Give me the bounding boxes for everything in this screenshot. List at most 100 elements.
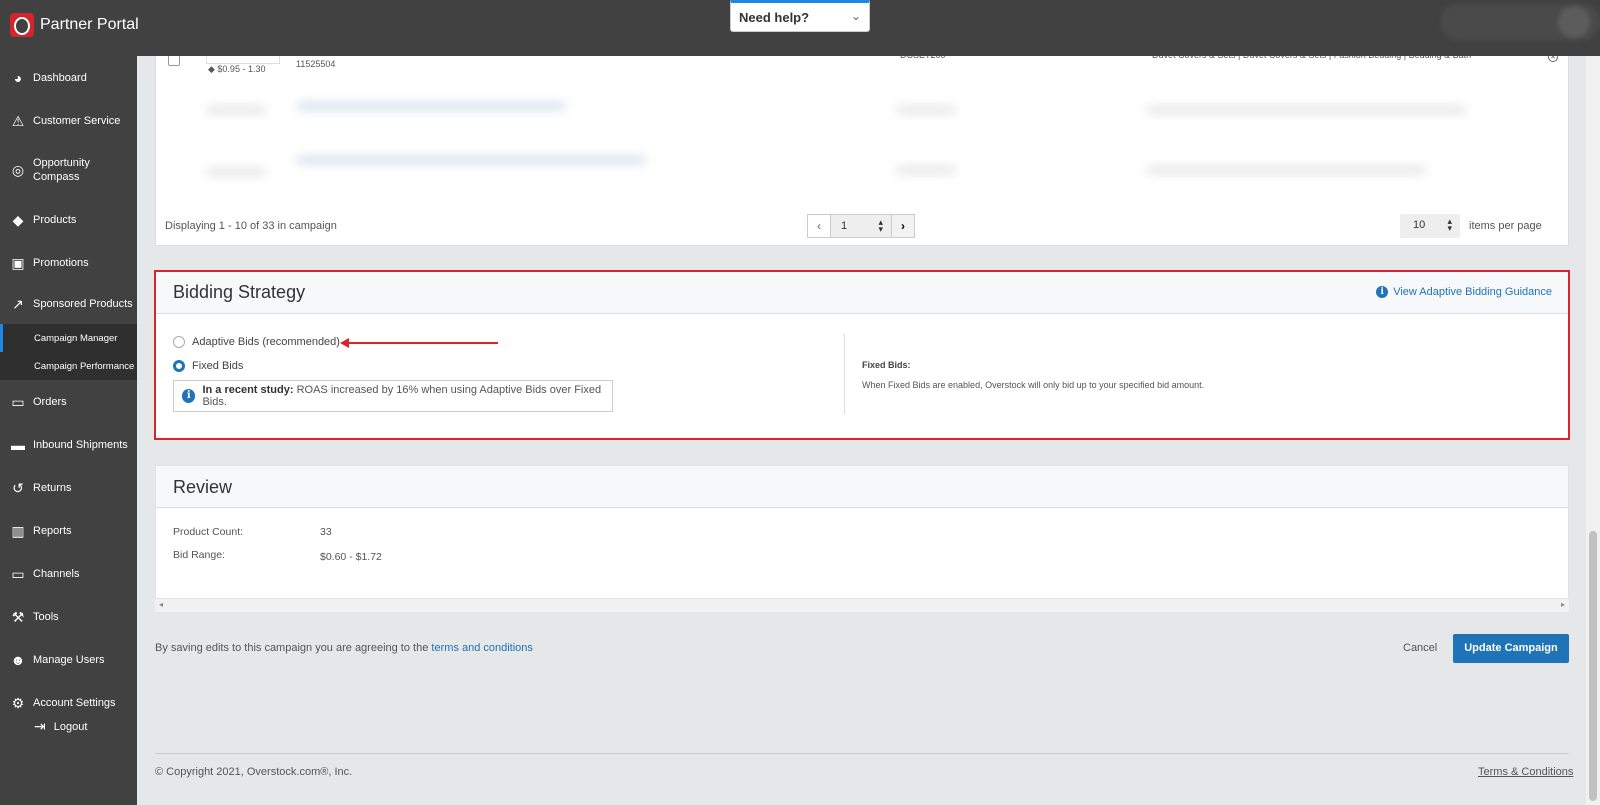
copyright: © Copyright 2021, Overstock.com®, Inc. <box>155 766 353 778</box>
app-title: Partner Portal <box>40 16 139 33</box>
return-icon: ↺ <box>12 479 24 496</box>
money-icon: ▣ <box>11 254 25 271</box>
compass-icon: ◎ <box>11 162 25 178</box>
row-sku: 11525504 <box>296 59 336 69</box>
update-campaign-button[interactable]: Update Campaign <box>1453 634 1569 663</box>
product-thumbnail <box>206 56 280 64</box>
sidebar-item-reports[interactable]: ▥ Reports <box>0 509 137 552</box>
adaptive-bidding-guidance-link[interactable]: i View Adaptive Bidding Guidance <box>1376 286 1552 298</box>
footer-terms-link[interactable]: Terms & Conditions <box>1478 766 1573 778</box>
sidebar-item-products[interactable]: ◆ Products <box>0 198 137 241</box>
sidebar-item-inbound-shipments[interactable]: ▬ Inbound Shipments <box>0 423 137 466</box>
bidding-strategy-header: Bidding Strategy i View Adaptive Bidding… <box>156 272 1568 314</box>
sidebar-item-promotions[interactable]: ▣ Promotions <box>0 241 137 284</box>
agree-text: By saving edits to this campaign you are… <box>155 642 429 654</box>
main-content: ◆ $0.95 - 1.30 11525504 DCSET200 Duvet C… <box>137 50 1586 805</box>
sidebar-item-label: Customer Service <box>33 114 121 127</box>
fixed-bids-option[interactable]: Fixed Bids <box>173 360 243 372</box>
bid-range-value: $0.60 - $1.72 <box>320 551 382 563</box>
tag-icon: ◆ <box>208 64 218 74</box>
chevron-down-icon: ⌄ <box>850 9 861 23</box>
need-help-label: Need help? <box>739 10 810 25</box>
adaptive-bids-label: Adaptive Bids (recommended) <box>192 336 340 348</box>
sidebar-item-label: Sponsored Products <box>33 298 133 310</box>
user-menu[interactable] <box>1440 4 1600 40</box>
logout-label: Logout <box>53 720 88 733</box>
terms-agreement: By saving edits to this campaign you are… <box>155 642 533 654</box>
sidebar-item-manage-users[interactable]: ☻ Manage Users <box>0 638 137 681</box>
logo[interactable]: Partner Portal <box>10 13 139 37</box>
fixed-bids-title: Fixed Bids: <box>862 360 911 370</box>
sidebar-item-returns[interactable]: ↺ Returns <box>0 466 137 509</box>
users-icon: ☻ <box>10 651 26 668</box>
vertical-scrollbar[interactable] <box>1586 56 1600 805</box>
info-icon: i <box>182 389 196 403</box>
product-table: ◆ $0.95 - 1.30 11525504 DCSET200 Duvet C… <box>155 50 1569 246</box>
terms-and-conditions-link[interactable]: terms and conditions <box>431 642 533 654</box>
sidebar-item-label: Tools <box>33 610 59 623</box>
logo-icon <box>10 13 34 37</box>
sidebar-item-orders[interactable]: ▭ Orders <box>0 380 137 423</box>
product-count-value: 33 <box>320 526 332 538</box>
sidebar-subitem-campaign-performance[interactable]: Campaign Performance <box>0 352 137 380</box>
sidebar-item-label: Products <box>33 213 77 226</box>
study-callout: i In a recent study: ROAS increased by 1… <box>173 380 613 412</box>
pager: ‹ 1 ▴ ▾ › <box>807 214 915 238</box>
sidebar-item-label: Account Settings <box>33 696 116 709</box>
bid-range-row: Bid Range: $0.60 - $1.72 <box>173 549 382 563</box>
sidebar: ◕ Dashboard ⚠ Customer Service ◎ Opportunit… <box>0 56 137 805</box>
bidding-strategy-panel: Bidding Strategy i View Adaptive Bidding… <box>154 270 1570 440</box>
sidebar-item-channels[interactable]: ▭ Channels <box>0 552 137 595</box>
sidebar-item-opportunity-compass[interactable]: ◎ Opportunity Compass <box>0 142 137 198</box>
row-price-value: $0.95 - 1.30 <box>217 64 266 74</box>
bid-range-label: Bid Range: <box>173 549 225 561</box>
chart-line-icon: ↗ <box>12 296 24 312</box>
study-bold: In a recent study: <box>202 384 294 396</box>
sidebar-item-label: Promotions <box>33 256 89 269</box>
sidebar-item-label: Inbound Shipments <box>33 438 128 451</box>
sidebar-item-customer-service[interactable]: ⚠ Customer Service <box>0 99 137 142</box>
truck-icon: ▬ <box>11 436 25 453</box>
sidebar-item-dashboard[interactable]: ◕ Dashboard <box>0 56 137 99</box>
items-per-page-label: items per page <box>1469 220 1542 232</box>
logout-icon: ⇥ <box>34 718 46 734</box>
page-number: 1 <box>841 220 848 232</box>
sidebar-item-label: Returns <box>33 481 72 494</box>
sidebar-item-tools[interactable]: ⚒ Tools <box>0 595 137 638</box>
sidebar-item-label: Channels <box>33 567 80 580</box>
warning-icon: ⚠ <box>11 112 25 129</box>
sidebar-item-label: Orders <box>33 395 67 408</box>
next-page-button[interactable]: › <box>891 214 915 238</box>
logout-button[interactable]: ⇥ Logout <box>34 718 87 735</box>
scroll-right-icon[interactable]: ▸ <box>1561 600 1565 609</box>
tag-icon: ◆ <box>12 211 24 228</box>
sidebar-item-sponsored-products[interactable]: ↗ Sponsored Products <box>0 284 137 324</box>
horizontal-scrollbar[interactable]: ◂ ▸ <box>155 599 1569 612</box>
page-number-input[interactable]: 1 ▴ ▾ <box>831 214 891 238</box>
review-panel: Review Product Count: 33 Bid Range: $0.6… <box>155 465 1569 599</box>
dashboard-icon: ◕ <box>13 69 23 86</box>
wrench-icon: ⚒ <box>11 608 25 625</box>
adaptive-bids-option[interactable]: Adaptive Bids (recommended) <box>173 336 340 348</box>
fixed-bids-radio[interactable] <box>173 360 185 372</box>
row-price: ◆ $0.95 - 1.30 <box>208 64 265 75</box>
scroll-left-icon[interactable]: ◂ <box>159 600 163 609</box>
prev-page-button[interactable]: ‹ <box>807 214 831 238</box>
footer-divider <box>155 753 1569 754</box>
cancel-button[interactable]: Cancel <box>1403 642 1437 654</box>
fixed-bids-description: When Fixed Bids are enabled, Overstock w… <box>862 380 1205 390</box>
fixed-bids-label: Fixed Bids <box>192 360 244 372</box>
adaptive-bids-radio[interactable] <box>173 336 185 348</box>
gear-icon: ⚙ <box>11 694 25 711</box>
need-help-dropdown[interactable]: Need help? ⌄ <box>730 0 870 32</box>
items-per-page-select[interactable]: 10 ▴ ▾ <box>1400 214 1460 238</box>
monitor-icon: ▭ <box>11 565 25 582</box>
inbox-icon: ▭ <box>11 393 25 410</box>
sidebar-item-label: Manage Users <box>33 653 105 666</box>
pagination-summary: Displaying 1 - 10 of 33 in campaign <box>165 220 337 232</box>
info-icon: i <box>1376 286 1389 298</box>
review-title: Review <box>156 466 1568 508</box>
sidebar-item-label: Opportunity Compass <box>33 157 90 183</box>
sidebar-subitem-campaign-manager[interactable]: Campaign Manager <box>0 324 137 352</box>
scrollbar-thumb[interactable] <box>1589 531 1597 801</box>
